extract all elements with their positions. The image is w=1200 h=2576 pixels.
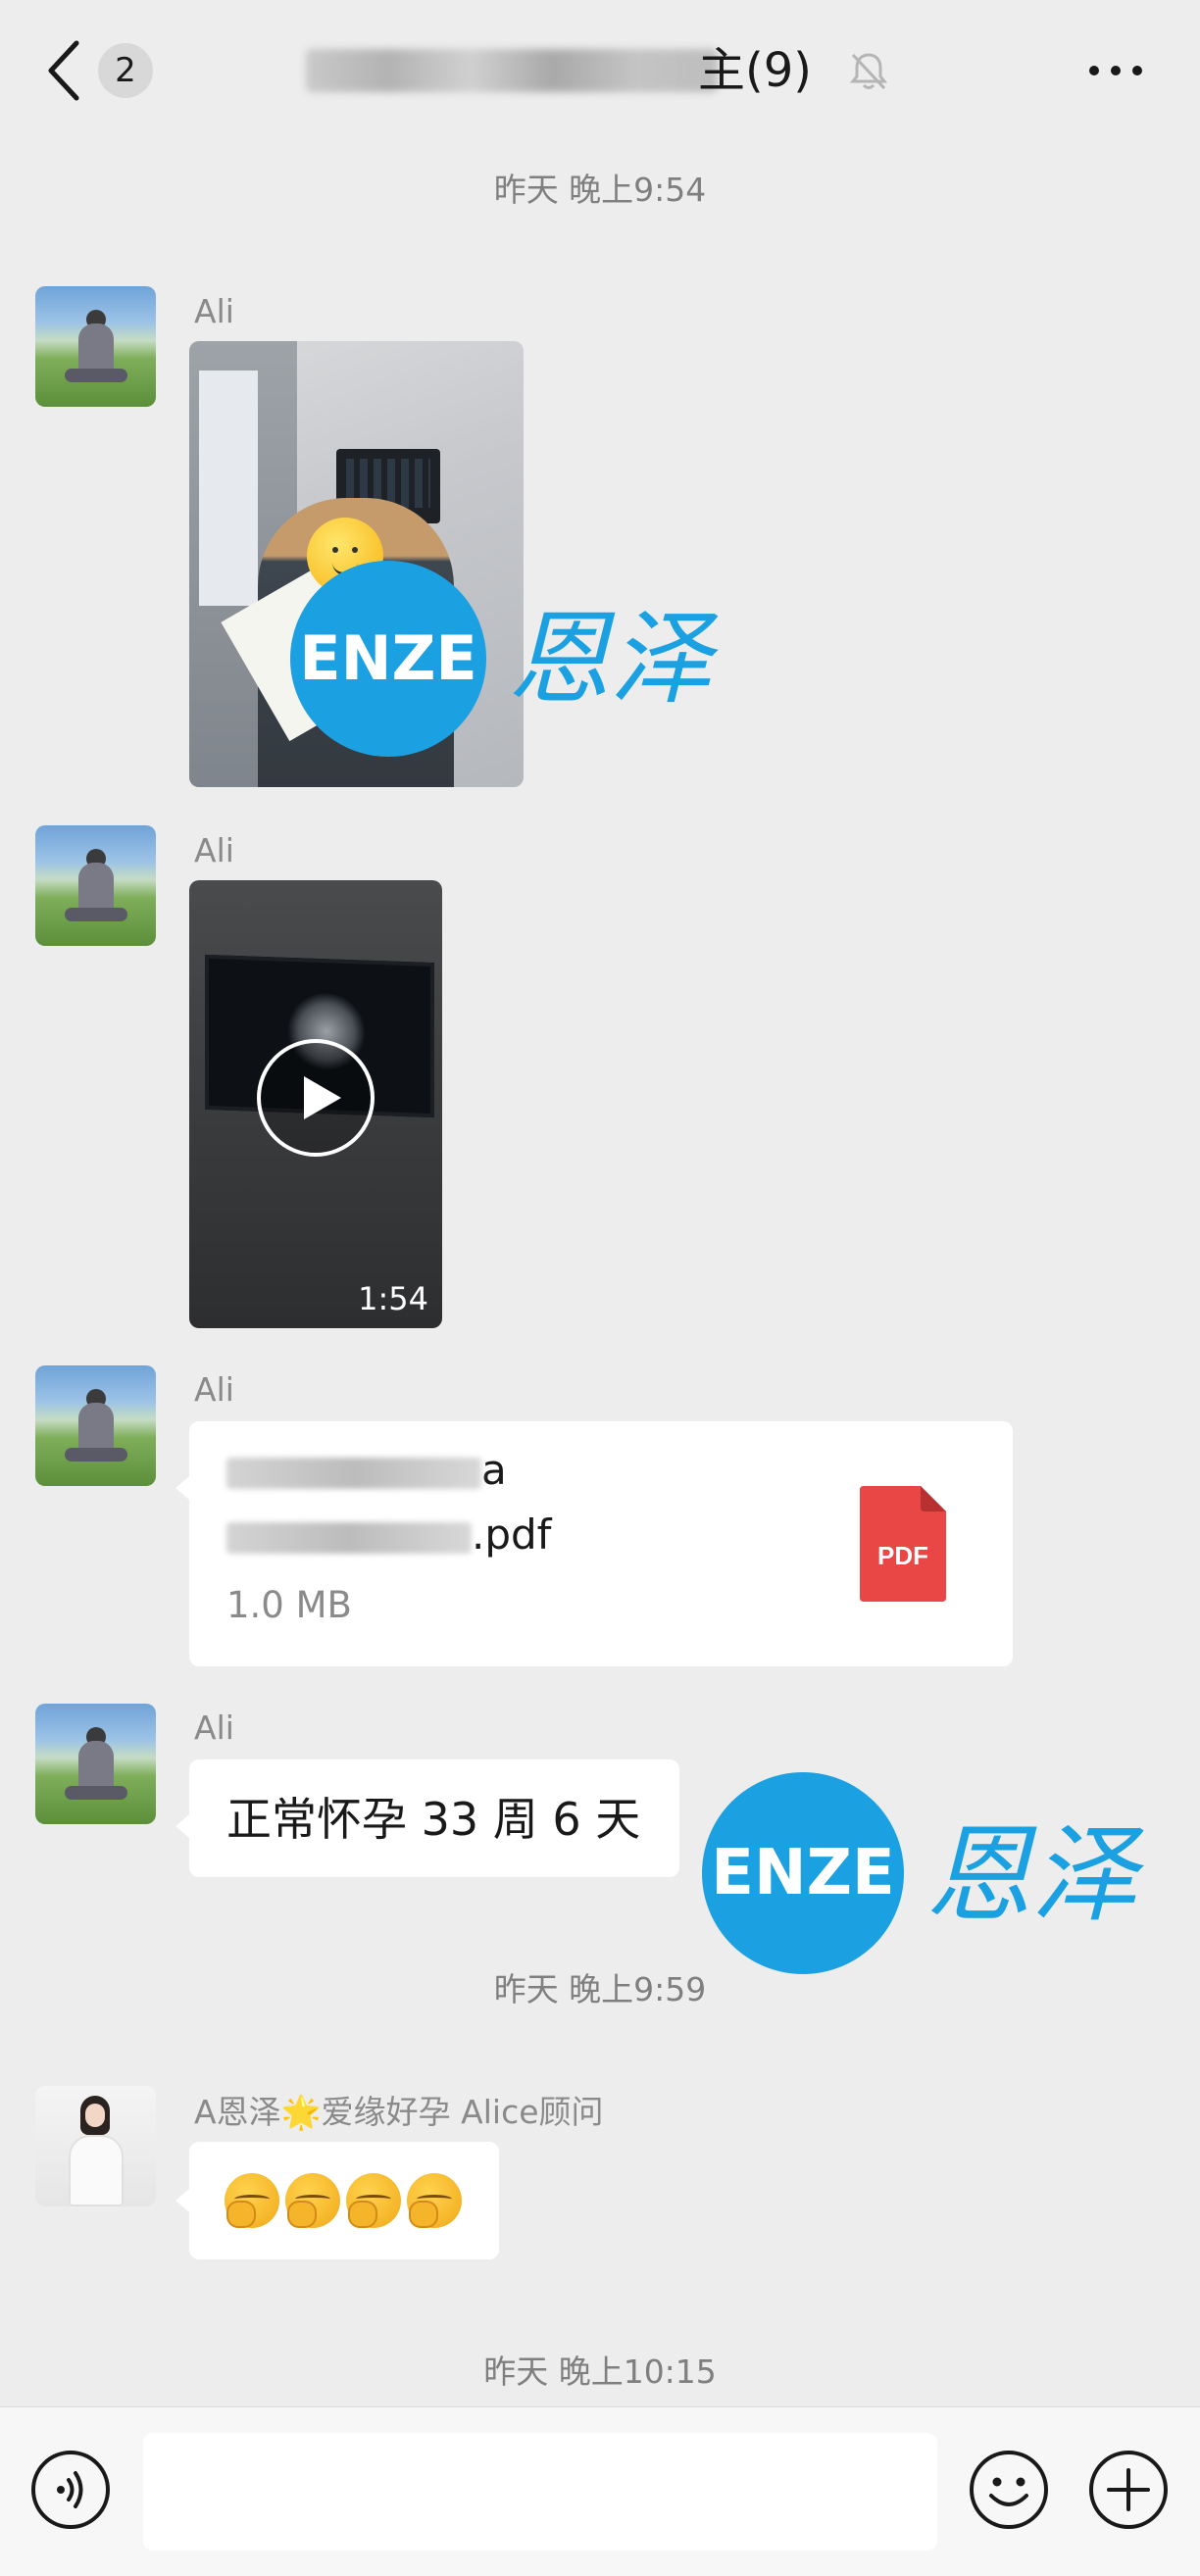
message-text: 正常怀孕 33 周 6 天 [226,1793,641,1846]
timestamp: 昨天 晚上10:15 [483,2353,717,2391]
timestamp: 昨天 晚上9:59 [493,1970,707,2008]
sender-name: Ali [194,1370,234,1409]
play-icon[interactable] [255,1037,376,1159]
avatar[interactable] [35,2086,156,2206]
emoji-message-bubble[interactable] [175,2142,499,2259]
sender-name: A恩泽🌟爱缘好孕 Alice顾问 [194,2093,604,2131]
chat-header: 2 主(9) [0,0,1200,141]
smiley-icon[interactable] [968,2449,1050,2531]
video-duration: 1:54 [358,1280,428,1317]
text-message-bubble[interactable]: 正常怀孕 33 周 6 天 [175,1759,679,1877]
chat-title[interactable]: 主(9) [306,35,894,106]
avatar[interactable] [35,1704,156,1824]
file-size: 1.0 MB [226,1584,352,1626]
shy-face-emoji-icon [407,2173,462,2228]
voice-icon[interactable] [29,2449,112,2531]
message-input[interactable] [143,2433,937,2551]
shy-face-emoji-icon [225,2173,279,2228]
file-name-line-1: а [226,1445,507,1496]
pdf-file-icon: PDF [860,1486,946,1602]
back-chevron-icon[interactable] [43,37,82,104]
blurred-title-text [306,49,718,92]
svg-text:PDF: PDF [877,1541,928,1570]
shy-face-emoji-icon [285,2173,340,2228]
file-message[interactable]: а .pdf 1.0 MB PDF [175,1421,1013,1666]
blurred-file-text [226,1521,472,1554]
sender-name: Ali [194,1709,234,1747]
bell-muted-icon [849,53,888,90]
unread-count-badge[interactable]: 2 [98,43,153,98]
avatar[interactable] [35,1365,156,1486]
chat-title-text: 主(9) [698,43,812,98]
file-name-line-2: .pdf [226,1510,551,1560]
avatar[interactable] [35,286,156,407]
avatar[interactable] [35,825,156,946]
plus-icon[interactable] [1087,2449,1170,2531]
sender-name: Ali [194,831,234,869]
shy-face-emoji-icon [346,2173,401,2228]
more-dots-icon[interactable] [1086,63,1145,78]
input-bar [0,2406,1200,2576]
timestamp: 昨天 晚上9:54 [493,171,707,209]
blurred-file-text [226,1457,481,1489]
sender-name: Ali [194,292,234,330]
video-message[interactable]: 1:54 [189,880,442,1328]
